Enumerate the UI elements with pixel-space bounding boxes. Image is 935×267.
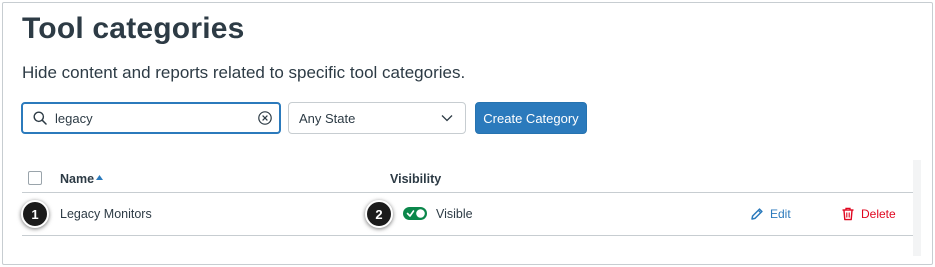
callout-badge-1: 1 [21, 200, 49, 228]
delete-button[interactable]: Delete [841, 205, 896, 223]
header-divider [22, 192, 913, 193]
state-filter-value: Any State [299, 111, 356, 126]
toggle-on-icon[interactable] [403, 207, 427, 220]
row-divider [22, 235, 913, 236]
column-header-visibility: Visibility [390, 172, 442, 186]
edit-label: Edit [770, 207, 791, 221]
callout-badge-2: 2 [365, 200, 393, 228]
search-icon [33, 111, 47, 125]
delete-label: Delete [861, 207, 896, 221]
search-input[interactable] [55, 108, 245, 128]
column-header-name[interactable]: Name [60, 172, 94, 186]
visibility-status: Visible [436, 207, 473, 221]
clear-icon[interactable] [257, 110, 273, 126]
create-category-button[interactable]: Create Category [475, 102, 587, 134]
pencil-icon [751, 208, 763, 220]
trash-icon [842, 207, 854, 221]
page-title: Tool categories [22, 12, 245, 45]
chevron-down-icon [441, 115, 453, 122]
select-all-checkbox[interactable] [28, 171, 42, 185]
state-filter-select[interactable]: Any State [288, 102, 466, 134]
sort-ascending-icon[interactable] [96, 175, 103, 180]
edit-button[interactable]: Edit [750, 205, 791, 223]
table-scroll-edge [913, 160, 921, 256]
category-name: Legacy Monitors [60, 207, 152, 221]
page-subtitle: Hide content and reports related to spec… [22, 63, 466, 82]
search-box[interactable] [21, 102, 281, 134]
